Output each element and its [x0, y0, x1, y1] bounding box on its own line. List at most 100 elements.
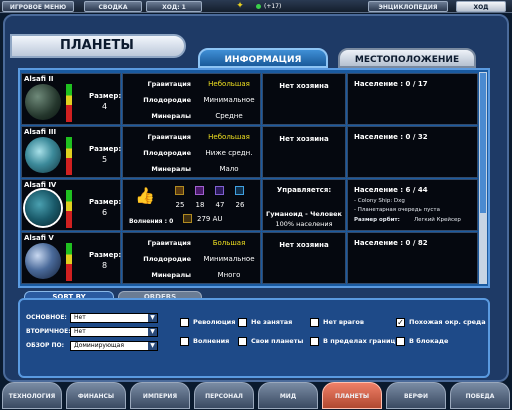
stat-value: 26 — [235, 201, 245, 209]
fertility-label: Плодородие — [143, 149, 191, 157]
industry-icon — [175, 186, 184, 195]
end-turn-button[interactable]: ХОД — [456, 1, 506, 12]
filter-similar-env-checkbox[interactable]: ✓ — [396, 318, 405, 327]
planet-row[interactable]: Alsafi V Размер: 8 Гравитация Большая Пл… — [21, 232, 478, 284]
distance-value: 279 AU — [197, 215, 223, 223]
tab-technology[interactable]: ТЕХНОЛОГИЯ — [2, 382, 62, 409]
governor-percent: 100% населения — [275, 220, 333, 228]
tab-shipyards[interactable]: ВЕРФИ — [386, 382, 446, 409]
page-title: ПЛАНЕТЫ — [10, 34, 186, 58]
primary-sort-label: ОСНОВНОЕ: — [26, 314, 67, 321]
tab-personnel[interactable]: ПЕРСОНАЛ — [194, 382, 254, 409]
filter-unoccupied-checkbox[interactable] — [238, 318, 247, 327]
tab-location[interactable]: МЕСТОПОЛОЖЕНИЕ — [338, 48, 476, 68]
planet-cell: Alsafi V Размер: 8 — [21, 232, 121, 284]
owner-status: Нет хозяина — [279, 241, 329, 249]
filter-within-borders-checkbox[interactable] — [310, 337, 319, 346]
planet-cell: Alsafi IV Размер: 6 — [21, 179, 121, 231]
filter-label: Волнения — [193, 337, 230, 345]
planet-image — [25, 190, 61, 226]
view-by-label: ОБЗОР ПО: — [26, 342, 65, 349]
stats-cell: 👍 Волнения : 0 25 18 47 26 279 AU — [122, 179, 261, 231]
fertility-value: Ниже средн. — [205, 149, 253, 157]
chevron-down-icon[interactable]: ▼ — [148, 314, 157, 322]
filter-revolution-checkbox[interactable] — [180, 318, 189, 327]
summary-button[interactable]: СВОДКА — [84, 1, 142, 12]
filter-unrest-checkbox[interactable] — [180, 337, 189, 346]
tab-empire[interactable]: ИМПЕРИЯ — [130, 382, 190, 409]
scrollbar-thumb[interactable] — [480, 73, 486, 213]
population-cell: Население : 0 / 17 — [347, 73, 478, 125]
fertility-value: Минимальное — [203, 96, 255, 104]
size-label: Размер: — [89, 145, 122, 153]
minerals-label: Минералы — [151, 112, 191, 120]
secondary-sort-select[interactable]: Нет ▼ — [70, 327, 158, 337]
governor-cell: Управляется: Гуманоид - Человек 100% нас… — [262, 179, 346, 231]
planet-image — [25, 84, 61, 120]
minerals-value: Много — [217, 271, 241, 279]
filter-own-planets-checkbox[interactable] — [238, 337, 247, 346]
population-cell: Население : 0 / 32 — [347, 126, 478, 178]
filter-label: Нет врагов — [323, 318, 365, 326]
distance-icon — [183, 214, 192, 223]
owner-cell: Нет хозяина — [262, 73, 346, 125]
fertility-label: Плодородие — [143, 255, 191, 263]
tab-foreign[interactable]: МИД — [258, 382, 318, 409]
planet-row[interactable]: Alsafi III Размер: 5 Гравитация Небольша… — [21, 126, 478, 178]
secondary-sort-value: Нет — [74, 328, 86, 335]
credits-dot — [256, 4, 261, 9]
gravity-label: Гравитация — [147, 239, 191, 247]
credits-change: (+17) — [264, 3, 282, 10]
chevron-down-icon[interactable]: ▼ — [148, 342, 157, 350]
population: Население : 0 / 82 — [354, 239, 428, 247]
primary-sort-select[interactable]: Нет ▼ — [70, 313, 158, 323]
minerals-label: Минералы — [151, 165, 191, 173]
population-cell: Население : 0 / 82 — [347, 232, 478, 284]
gravity-value: Небольшая — [208, 80, 250, 88]
owner-status: Нет хозяина — [279, 135, 329, 143]
research-icon — [195, 186, 204, 195]
tab-planets[interactable]: ПЛАНЕТЫ — [322, 382, 382, 409]
filter-label: Похожая окр. среда — [409, 318, 486, 326]
size-value: 4 — [102, 102, 108, 111]
tab-finance[interactable]: ФИНАНСЫ — [66, 382, 126, 409]
minerals-value: Средне — [215, 112, 243, 120]
filter-blockade-checkbox[interactable] — [396, 337, 405, 346]
population-cell: Население : 6 / 44 - Colony Ship: Dxg - … — [347, 179, 478, 231]
fertility-value: Минимальное — [203, 255, 255, 263]
planet-name: Alsafi IV — [24, 181, 57, 189]
planet-name: Alsafi V — [24, 234, 54, 242]
size-value: 5 — [102, 155, 108, 164]
filter-label: Свои планеты — [251, 337, 304, 345]
view-by-select[interactable]: Доминирующая ▼ — [70, 341, 158, 351]
view-by-value: Доминирующая — [74, 342, 124, 349]
encyclopedia-button[interactable]: ЭНЦИКЛОПЕДИЯ — [368, 1, 448, 12]
filter-no-enemies-checkbox[interactable] — [310, 318, 319, 327]
health-bar — [66, 190, 72, 228]
owner-status: Нет хозяина — [279, 82, 329, 90]
planet-row[interactable]: Alsafi II Размер: 4 Гравитация Небольшая… — [21, 73, 478, 125]
health-bar — [66, 137, 72, 175]
stat-value: 47 — [215, 201, 225, 209]
planet-row[interactable]: Alsafi IV Размер: 6 👍 Волнения : 0 25 18… — [21, 179, 478, 231]
stat-value: 25 — [175, 201, 185, 209]
primary-sort-value: Нет — [74, 314, 86, 321]
filter-label: Революция — [193, 318, 236, 326]
biology-icon — [215, 186, 224, 195]
population: Население : 0 / 32 — [354, 133, 428, 141]
tab-information[interactable]: ИНФОРМАЦИЯ — [198, 48, 328, 68]
game-menu-button[interactable]: ИГРОВОЕ МЕНЮ — [2, 1, 74, 12]
environment-cell: Гравитация Небольшая Плодородие Минималь… — [122, 73, 261, 125]
planet-image — [25, 137, 61, 173]
tab-victory[interactable]: ПОБЕДА — [450, 382, 510, 409]
size-value: 6 — [102, 208, 108, 217]
secondary-sort-label: ВТОРИЧНОЕ: — [26, 328, 71, 335]
population: Население : 6 / 44 — [354, 186, 428, 194]
fertility-label: Плодородие — [143, 96, 191, 104]
size-value: 8 — [102, 261, 108, 270]
chevron-down-icon[interactable]: ▼ — [148, 328, 157, 336]
population: Население : 0 / 17 — [354, 80, 428, 88]
unrest-label: Волнения : 0 — [129, 218, 174, 225]
filter-label: В блокаде — [409, 337, 449, 345]
gravity-label: Гравитация — [147, 80, 191, 88]
